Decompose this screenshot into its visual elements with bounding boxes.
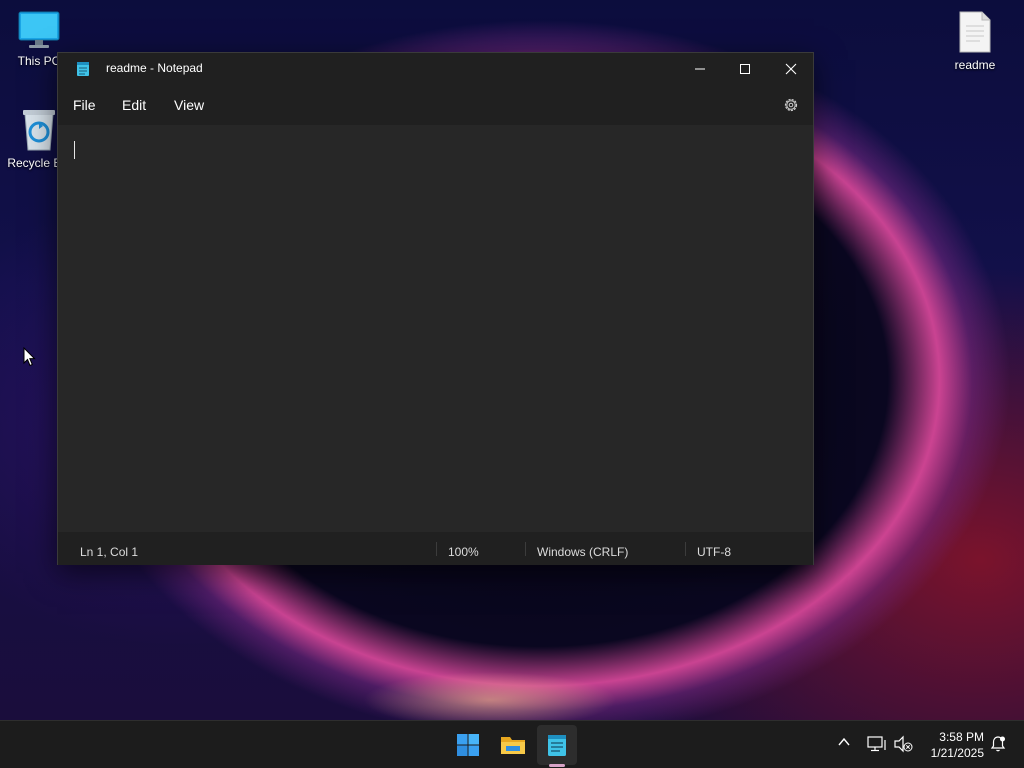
status-divider (525, 542, 526, 556)
mouse-pointer-icon (23, 347, 36, 367)
chevron-up-icon[interactable] (837, 735, 851, 749)
file-explorer-icon (501, 737, 525, 754)
status-divider (436, 542, 437, 556)
notification-bell-icon[interactable] (989, 735, 1007, 753)
minimize-button[interactable] (677, 53, 723, 85)
notepad-icon (77, 62, 89, 76)
notepad-taskbar-button[interactable] (537, 725, 577, 765)
status-cursor-position: Ln 1, Col 1 (80, 545, 139, 559)
taskbar: 3:58 PM 1/21/2025 (0, 720, 1024, 768)
windows-start-icon (457, 734, 479, 756)
maximize-icon (740, 64, 750, 74)
clock-date[interactable]: 1/21/2025 (922, 746, 984, 760)
text-editor-area[interactable] (58, 125, 813, 532)
file-explorer-button[interactable] (493, 725, 533, 765)
desktop-icon-label: readme (954, 58, 996, 72)
notepad-window[interactable]: readme - Notepad File Edit View Ln 1, Co… (57, 52, 814, 565)
menu-edit[interactable]: Edit (122, 97, 146, 113)
recycle-bin-icon (23, 110, 55, 151)
text-caret (74, 141, 75, 159)
status-encoding: UTF-8 (697, 545, 731, 559)
close-button[interactable] (768, 53, 814, 85)
title-bar[interactable]: readme - Notepad (58, 53, 813, 85)
minimize-icon (695, 68, 705, 70)
settings-button[interactable] (782, 96, 800, 114)
status-zoom: 100% (448, 545, 479, 559)
maximize-button[interactable] (722, 53, 768, 85)
close-icon (785, 63, 797, 75)
network-icon[interactable] (867, 735, 887, 753)
menu-file[interactable]: File (73, 97, 96, 113)
volume-muted-icon[interactable] (893, 735, 913, 753)
start-button[interactable] (448, 725, 488, 765)
status-line-ending: Windows (CRLF) (537, 545, 629, 559)
desktop-icon-label: This PC (17, 54, 61, 68)
notepad-icon (548, 735, 566, 756)
monitor-icon (18, 11, 60, 48)
menu-bar: File Edit View (58, 85, 813, 125)
status-bar: Ln 1, Col 1 100% Windows (CRLF) UTF-8 (58, 533, 813, 565)
gear-icon (784, 98, 798, 112)
text-file-icon (959, 11, 991, 53)
menu-view[interactable]: View (174, 97, 204, 113)
window-title: readme - Notepad (106, 61, 203, 75)
active-app-indicator (549, 764, 565, 767)
desktop-icon-readme[interactable]: readme (936, 10, 1014, 72)
status-divider (685, 542, 686, 556)
clock-time[interactable]: 3:58 PM (932, 730, 984, 744)
